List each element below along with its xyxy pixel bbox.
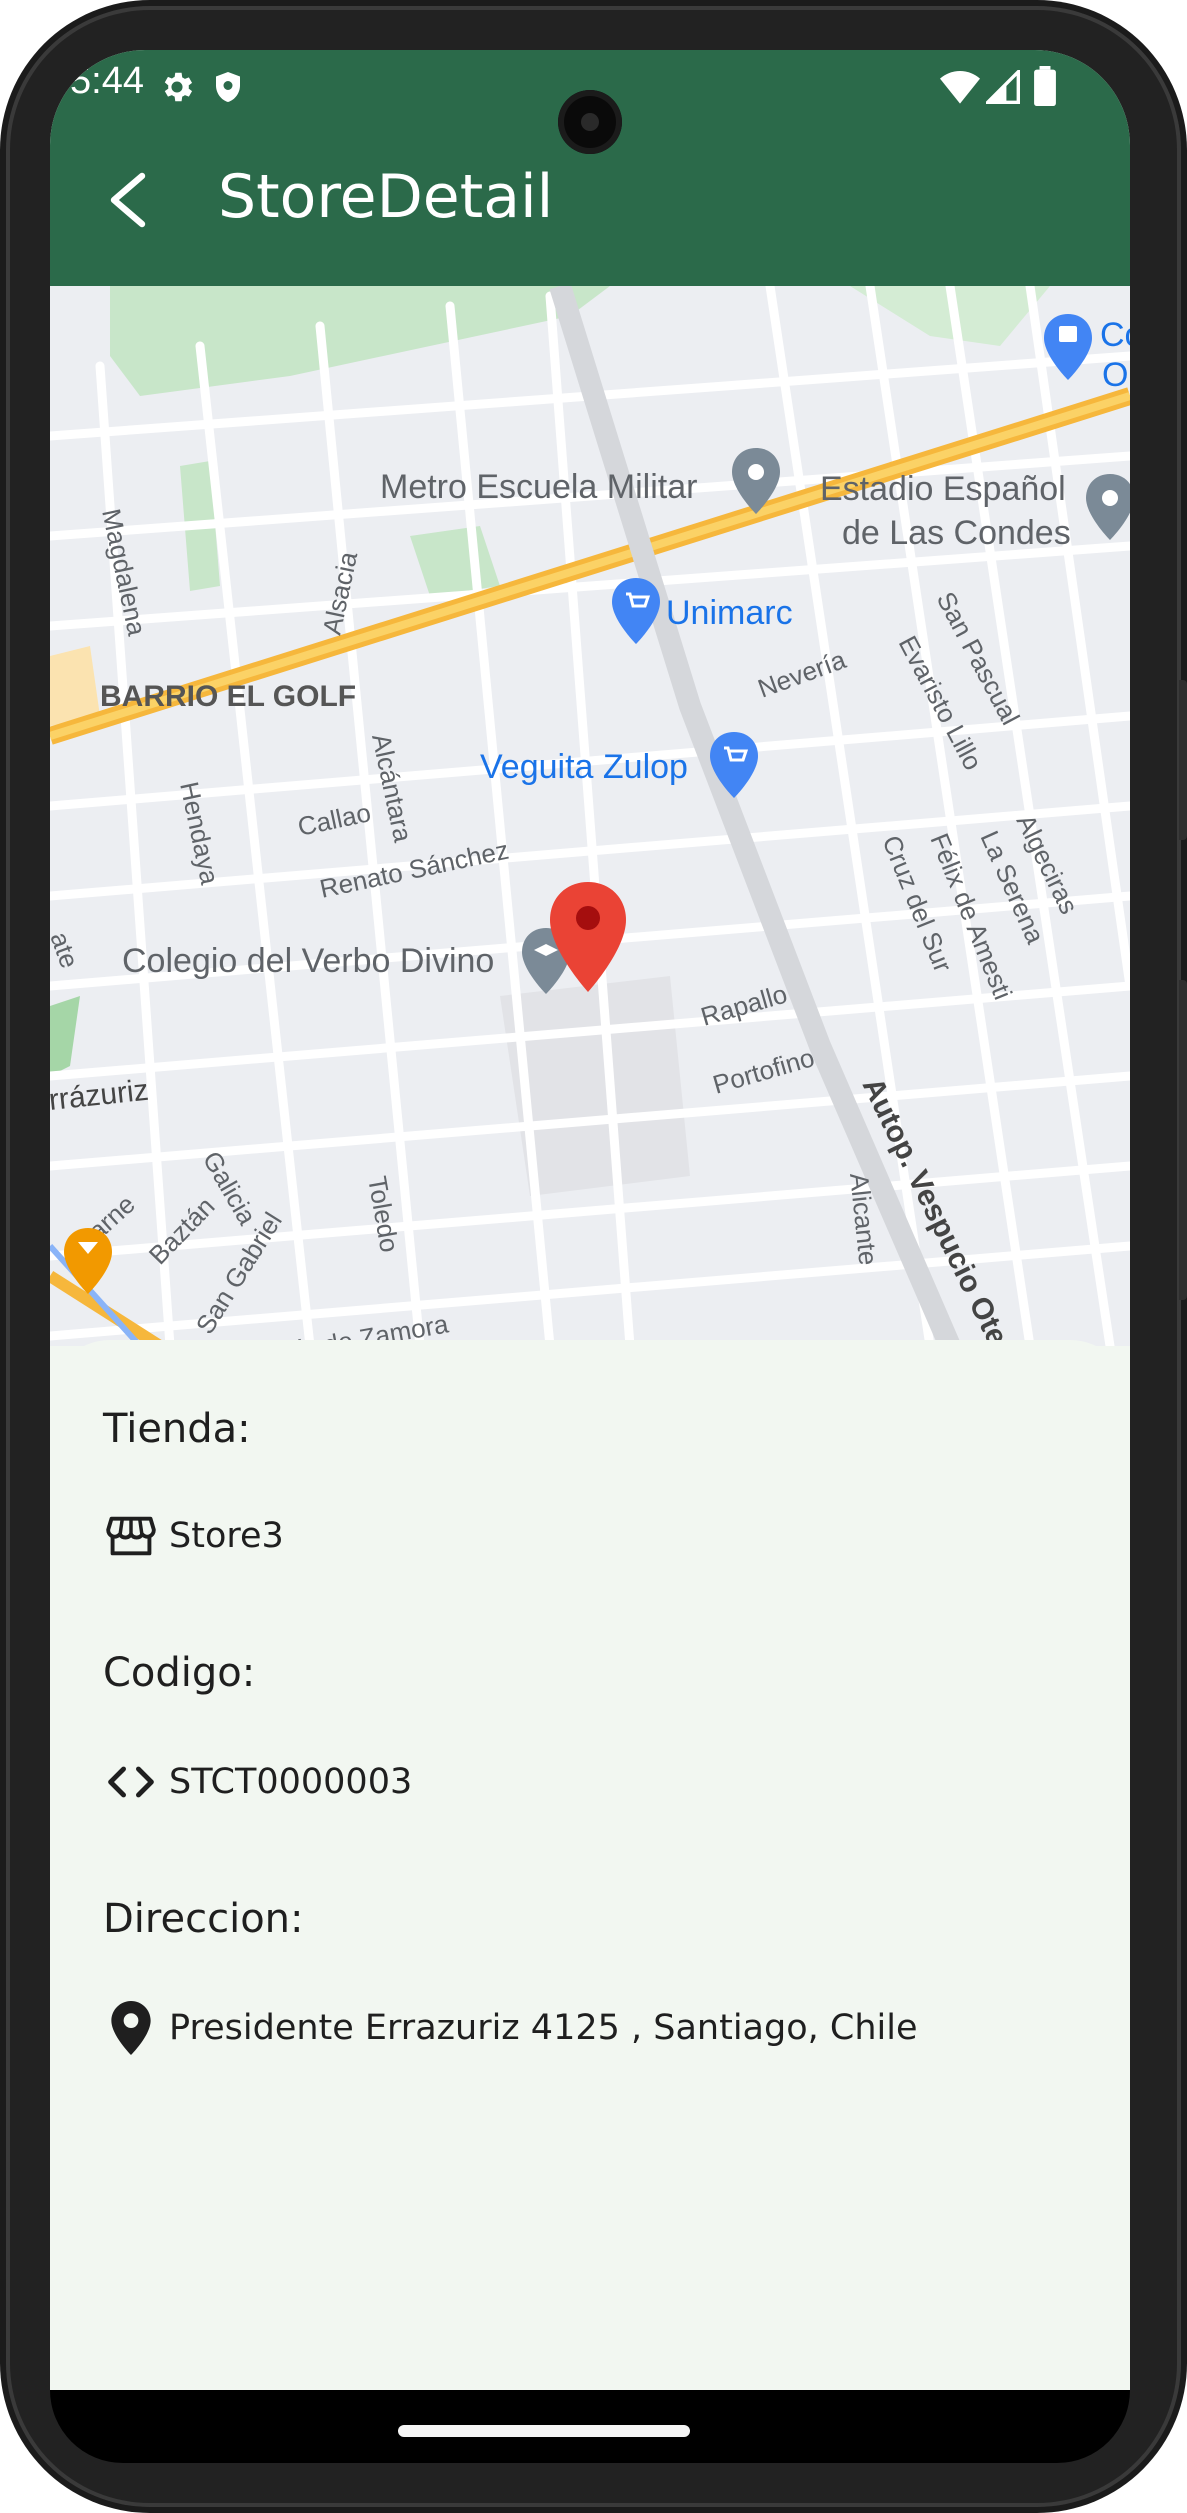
direccion-row: Presidente Errazuriz 4125 , Santiago, Ch…: [103, 2000, 917, 2056]
map-view[interactable]: Metro Escuela Militar Estadio Español de…: [50, 286, 1130, 1346]
back-button[interactable]: [96, 168, 160, 232]
map-label-unimarc: Unimarc: [666, 594, 793, 632]
map-label-estadio-1: Estadio Español: [820, 470, 1066, 508]
tienda-value: Store3: [169, 1516, 284, 1556]
map-canvas[interactable]: Metro Escuela Militar Estadio Español de…: [50, 286, 1130, 1346]
map-label-barrio: BARRIO EL GOLF: [100, 680, 356, 713]
direccion-label: Direccion:: [103, 1896, 304, 1942]
power-button: [1179, 680, 1187, 840]
direccion-value: Presidente Errazuriz 4125 , Santiago, Ch…: [169, 2008, 918, 2048]
status-time: 5:44: [70, 60, 144, 102]
volume-button: [1179, 980, 1187, 1300]
tienda-row: Store3: [103, 1508, 284, 1564]
home-gesture-handle[interactable]: [398, 2425, 690, 2437]
map-label-co-2: O: [1102, 356, 1128, 394]
storefront-icon: [103, 1508, 159, 1564]
code-brackets-icon: [103, 1754, 159, 1810]
wifi-icon: [940, 70, 980, 108]
location-pin-icon: [103, 2000, 159, 2056]
codigo-value: STCT0000003: [169, 1762, 413, 1802]
battery-icon: [1034, 66, 1056, 110]
app-bar: 5:44 StoreDetail: [50, 50, 1130, 286]
map-label-colegio: Colegio del Verbo Divino: [122, 942, 494, 980]
map-label-veguita: Veguita Zulop: [480, 748, 688, 786]
gear-icon: [158, 68, 196, 110]
map-label-metro: Metro Escuela Militar: [380, 468, 697, 506]
page-title: StoreDetail: [218, 162, 554, 232]
back-arrow-icon: [110, 172, 146, 228]
shield-icon: [210, 68, 246, 110]
signal-icon: [983, 67, 1020, 108]
screen: 5:44 StoreDetail Metro Escuela Militar E…: [50, 50, 1130, 2390]
map-label-estadio-2: de Las Condes: [842, 514, 1071, 552]
codigo-label: Codigo:: [103, 1650, 256, 1696]
tienda-label: Tienda:: [103, 1406, 251, 1452]
store-detail-sheet: Tienda: Store3 Codigo: STCT0000003 Direc…: [50, 1340, 1130, 2390]
codigo-row: STCT0000003: [103, 1754, 412, 1810]
phone-frame: 5:44 StoreDetail Metro Escuela Militar E…: [0, 0, 1187, 2513]
map-label-co-1: Co: [1100, 316, 1130, 354]
front-camera: [558, 90, 622, 154]
